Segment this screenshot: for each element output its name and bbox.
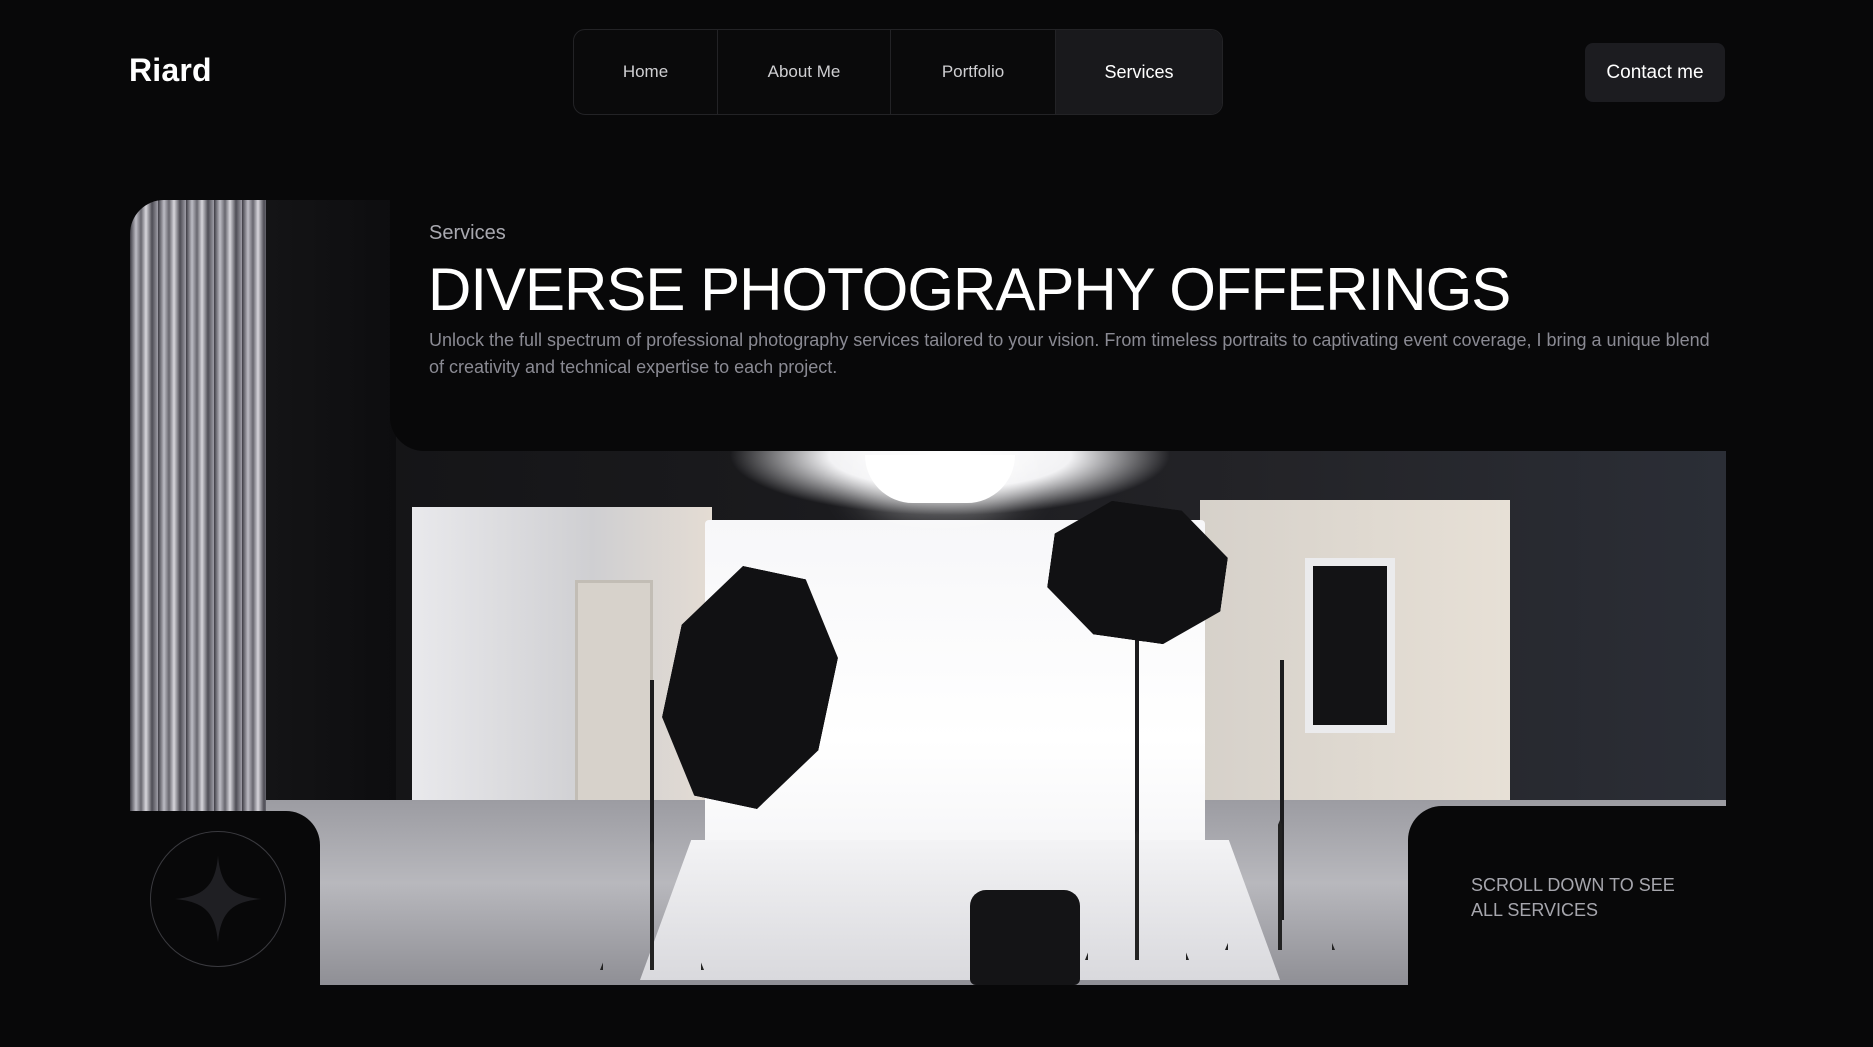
scroll-hint: SCROLL DOWN TO SEE ALL SERVICES [1471,875,1675,920]
brand-logo[interactable]: Riard [129,52,212,89]
nav-item-about-me[interactable]: About Me [718,30,891,114]
section-description: Unlock the full spectrum of professional… [429,330,1710,377]
contact-button[interactable]: Contact me [1585,43,1725,102]
section-eyebrow: Services [429,222,506,244]
services-page: Riard Home About Me Portfolio Services C… [0,0,1873,1047]
star-badge [150,831,286,967]
page-title: DIVERSE PHOTOGRAPHY OFFERINGS [428,256,1511,323]
overhead-light [865,455,1015,503]
nav-item-home[interactable]: Home [574,30,718,114]
studio-wall-left [412,507,712,842]
camera-bag [970,890,1080,985]
main-nav: Home About Me Portfolio Services [573,29,1223,115]
nav-item-services[interactable]: Services [1056,30,1222,114]
studio-mirror [1305,558,1395,733]
four-point-star-icon [174,855,262,943]
studio-door [575,580,653,830]
nav-item-portfolio[interactable]: Portfolio [891,30,1056,114]
